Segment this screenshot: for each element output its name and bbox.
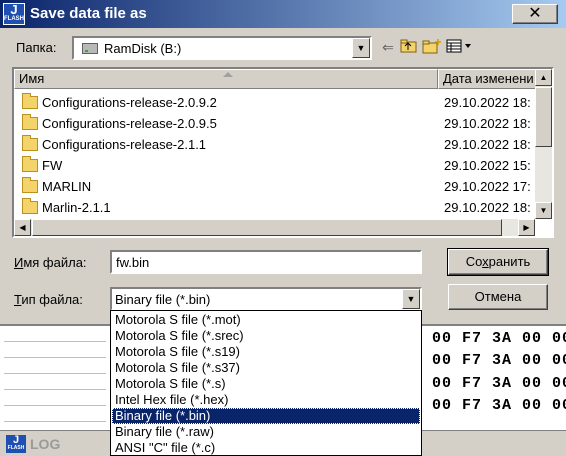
close-button[interactable]: ✕ <box>512 4 558 24</box>
filetype-option[interactable]: Intel Hex file (*.hex) <box>112 392 420 408</box>
save-button[interactable]: Сохранить <box>447 248 549 276</box>
chevron-down-icon[interactable]: ▼ <box>402 289 420 309</box>
column-header-name[interactable]: Имя <box>14 69 438 89</box>
title-bar: J FLASH Save data file as ✕ <box>0 0 566 28</box>
filetype-option-selected[interactable]: Binary file (*.bin) <box>112 408 420 424</box>
app-logo-icon: J FLASH <box>3 3 25 25</box>
hex-line: 00 F7 3A 00 00 <box>432 352 566 369</box>
folder-icon <box>22 93 38 109</box>
filename-label: Имя файла: <box>14 255 87 270</box>
file-date: 29.10.2022 18: <box>444 137 531 152</box>
file-row[interactable]: Marlin-2.1.1 29.10.2022 18: <box>14 197 534 218</box>
lookin-label: Папка: <box>16 40 57 55</box>
filetype-label: Тип файла: <box>14 292 83 307</box>
view-menu-icon[interactable] <box>446 38 476 56</box>
file-row[interactable]: Configurations-release-2.0.9.2 29.10.202… <box>14 92 534 113</box>
cancel-button[interactable]: Отмена <box>448 284 548 310</box>
lookin-combo[interactable]: RamDisk (B:) ▼ <box>72 36 372 60</box>
vertical-scrollbar[interactable]: ▲ ▼ <box>535 69 552 219</box>
file-row[interactable]: Configurations-release-2.1.1 29.10.2022 … <box>14 134 534 155</box>
filetype-option[interactable]: Motorola S file (*.s19) <box>112 344 420 360</box>
filename-input[interactable]: fw.bin <box>110 250 422 274</box>
file-row[interactable]: MARLIN 29.10.2022 17: <box>14 176 534 197</box>
file-date: 29.10.2022 18: <box>444 95 531 110</box>
filetype-value: Binary file (*.bin) <box>115 292 211 307</box>
back-arrow-icon[interactable]: ⇐ <box>380 38 396 56</box>
folder-icon <box>22 198 38 214</box>
scroll-right-icon[interactable]: ▶ <box>518 219 535 236</box>
hex-line: 00 F7 3A 00 00 <box>432 375 566 392</box>
folder-icon <box>22 177 38 193</box>
file-date: 29.10.2022 17: <box>444 179 531 194</box>
file-date: 29.10.2022 18: <box>444 116 531 131</box>
horizontal-scrollbar[interactable]: ◀ ▶ <box>14 219 535 236</box>
file-row[interactable]: Configurations-release-2.0.9.5 29.10.202… <box>14 113 534 134</box>
file-name: FW <box>42 158 63 173</box>
scroll-left-icon[interactable]: ◀ <box>14 219 31 236</box>
folder-icon <box>22 135 38 151</box>
window-title: Save data file as <box>30 5 147 22</box>
new-folder-icon[interactable] <box>422 38 442 56</box>
vertical-scroll-thumb[interactable] <box>535 87 552 147</box>
filetype-option[interactable]: Binary file (*.raw) <box>112 424 420 440</box>
file-name: MARLIN <box>42 179 92 194</box>
column-name-label: Имя <box>19 71 45 86</box>
app-logo-letter: J <box>10 2 18 17</box>
folder-icon <box>22 156 38 172</box>
ramdisk-drive-icon <box>82 43 98 54</box>
file-name: Configurations-release-2.0.9.5 <box>42 116 217 131</box>
hex-line: 00 F7 3A 00 00 <box>432 397 566 414</box>
folder-icon <box>22 114 38 130</box>
column-date-label: Дата изменени <box>443 71 534 86</box>
horizontal-scroll-thumb[interactable] <box>32 219 502 236</box>
filetype-option[interactable]: Motorola S file (*.s) <box>112 376 420 392</box>
app-logo-sub: FLASH <box>4 16 24 22</box>
filetype-option[interactable]: Motorola S file (*.srec) <box>112 328 420 344</box>
scroll-down-icon[interactable]: ▼ <box>535 202 552 219</box>
filetype-option[interactable]: ANSI "C" file (*.c) <box>112 440 420 456</box>
filetype-option[interactable]: Motorola S file (*.s37) <box>112 360 420 376</box>
lookin-value: RamDisk (B:) <box>104 41 182 56</box>
file-name: Configurations-release-2.1.1 <box>42 137 207 152</box>
file-date: 29.10.2022 18: <box>444 200 531 215</box>
filetype-dropdown-list[interactable]: Motorola S file (*.mot) Motorola S file … <box>110 310 422 456</box>
chevron-down-icon[interactable]: ▼ <box>352 38 370 58</box>
file-name: Configurations-release-2.0.9.2 <box>42 95 217 110</box>
log-label: LOG <box>30 436 61 452</box>
column-header-date[interactable]: Дата изменени <box>438 69 538 89</box>
log-logo-icon: J FLASH <box>6 434 26 453</box>
filetype-option[interactable]: Motorola S file (*.mot) <box>112 312 420 328</box>
file-name: Marlin-2.1.1 <box>42 200 111 215</box>
filetype-combo[interactable]: Binary file (*.bin) ▼ <box>110 287 422 311</box>
sort-arrow-icon <box>223 72 233 77</box>
scroll-up-icon[interactable]: ▲ <box>535 69 552 86</box>
file-date: 29.10.2022 15: <box>444 158 531 173</box>
file-row[interactable]: FW 29.10.2022 15: <box>14 155 534 176</box>
up-folder-icon[interactable] <box>400 38 418 56</box>
hex-line: 00 F7 3A 00 00 <box>432 330 566 347</box>
file-list[interactable]: Имя Дата изменени Configurations-release… <box>12 67 554 238</box>
background-grid <box>4 326 106 432</box>
